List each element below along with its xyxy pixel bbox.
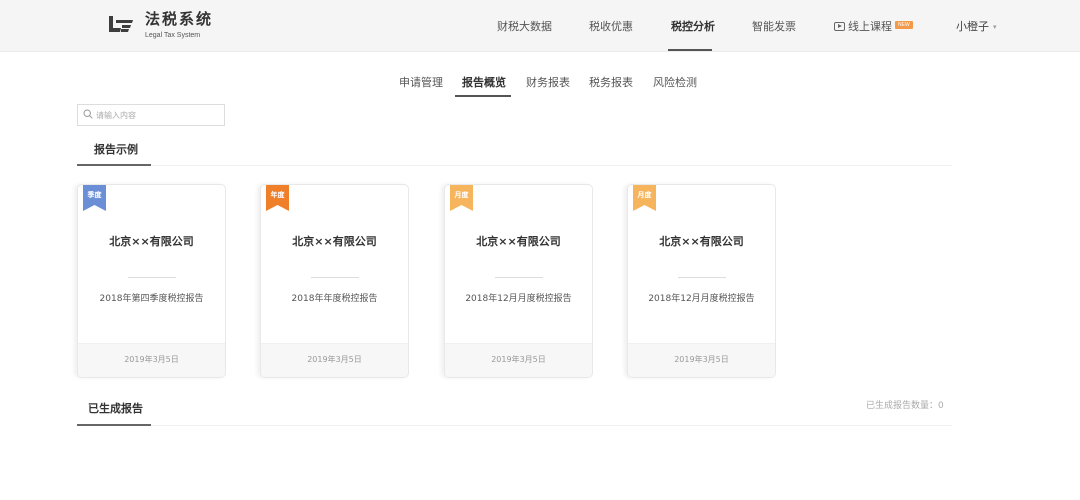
new-badge: NEW bbox=[895, 21, 913, 29]
card-divider bbox=[311, 277, 359, 278]
card-date: 2019年3月5日 bbox=[78, 343, 225, 377]
tab-report-overview[interactable]: 报告概览 bbox=[462, 74, 506, 90]
search-icon bbox=[83, 109, 93, 119]
card-tag: 月度 bbox=[454, 191, 469, 199]
nav-item-online-courses-label: 线上课程 bbox=[848, 20, 892, 33]
nav-item-online-courses[interactable]: 线上课程 bbox=[834, 18, 892, 34]
section-divider bbox=[77, 425, 952, 426]
report-card[interactable]: 月度 北京××有限公司 2018年12月月度税控报告 2019年3月5日 bbox=[444, 184, 593, 378]
section-divider bbox=[77, 165, 952, 166]
section-underline bbox=[77, 424, 151, 426]
card-company: 北京××有限公司 bbox=[109, 235, 194, 248]
tab-risk-detection[interactable]: 风险检测 bbox=[653, 74, 697, 90]
card-report-name: 2018年12月月度税控报告 bbox=[648, 294, 755, 304]
report-card[interactable]: 月度 北京××有限公司 2018年12月月度税控报告 2019年3月5日 bbox=[627, 184, 776, 378]
card-date: 2019年3月5日 bbox=[445, 343, 592, 377]
section-underline bbox=[77, 164, 151, 166]
section-title-generated-reports: 已生成报告 bbox=[88, 402, 143, 415]
search-box bbox=[77, 104, 225, 126]
report-card[interactable]: 季度 北京××有限公司 2018年第四季度税控报告 2019年3月5日 bbox=[77, 184, 226, 378]
brand[interactable]: 法税系统 Legal Tax System bbox=[145, 8, 213, 39]
tab-application-management[interactable]: 申请管理 bbox=[399, 74, 443, 90]
generated-report-count: 已生成报告数量：0 bbox=[866, 401, 944, 411]
report-card[interactable]: 年度 北京××有限公司 2018年年度税控报告 2019年3月5日 bbox=[260, 184, 409, 378]
card-tag: 月度 bbox=[637, 191, 652, 199]
subtab-active-indicator bbox=[455, 95, 511, 97]
card-tag: 年度 bbox=[270, 191, 285, 199]
card-company: 北京××有限公司 bbox=[659, 235, 744, 248]
card-report-name: 2018年12月月度税控报告 bbox=[465, 294, 572, 304]
tab-tax-statements[interactable]: 税务报表 bbox=[589, 74, 633, 90]
nav-item-tax-control-analysis[interactable]: 税控分析 bbox=[671, 18, 715, 34]
search-input[interactable] bbox=[96, 107, 221, 123]
card-report-name: 2018年第四季度税控报告 bbox=[99, 294, 204, 304]
card-report-name: 2018年年度税控报告 bbox=[291, 294, 378, 304]
top-navbar: 法税系统 Legal Tax System 财税大数据 税收优惠 税控分析 智能… bbox=[0, 0, 1080, 52]
play-icon bbox=[834, 22, 845, 31]
user-name: 小橙子 bbox=[956, 20, 989, 33]
card-date: 2019年3月5日 bbox=[261, 343, 408, 377]
card-date: 2019年3月5日 bbox=[628, 343, 775, 377]
user-menu[interactable]: 小橙子 ▾ bbox=[956, 18, 997, 34]
brand-subtitle: Legal Tax System bbox=[145, 32, 201, 39]
brand-title: 法税系统 bbox=[145, 10, 214, 28]
card-divider bbox=[495, 277, 543, 278]
nav-active-indicator bbox=[668, 49, 712, 51]
brand-logo-icon[interactable] bbox=[107, 12, 135, 36]
card-company: 北京××有限公司 bbox=[292, 235, 377, 248]
tab-financial-statements[interactable]: 财务报表 bbox=[526, 74, 570, 90]
chevron-down-icon: ▾ bbox=[993, 23, 997, 31]
nav-item-big-data[interactable]: 财税大数据 bbox=[497, 18, 552, 34]
card-divider bbox=[128, 277, 176, 278]
card-tag: 季度 bbox=[87, 191, 102, 199]
nav-item-smart-invoice[interactable]: 智能发票 bbox=[752, 18, 796, 34]
card-company: 北京××有限公司 bbox=[476, 235, 561, 248]
section-title-report-examples: 报告示例 bbox=[94, 143, 138, 156]
card-divider bbox=[678, 277, 726, 278]
nav-item-tax-incentives[interactable]: 税收优惠 bbox=[589, 18, 633, 34]
